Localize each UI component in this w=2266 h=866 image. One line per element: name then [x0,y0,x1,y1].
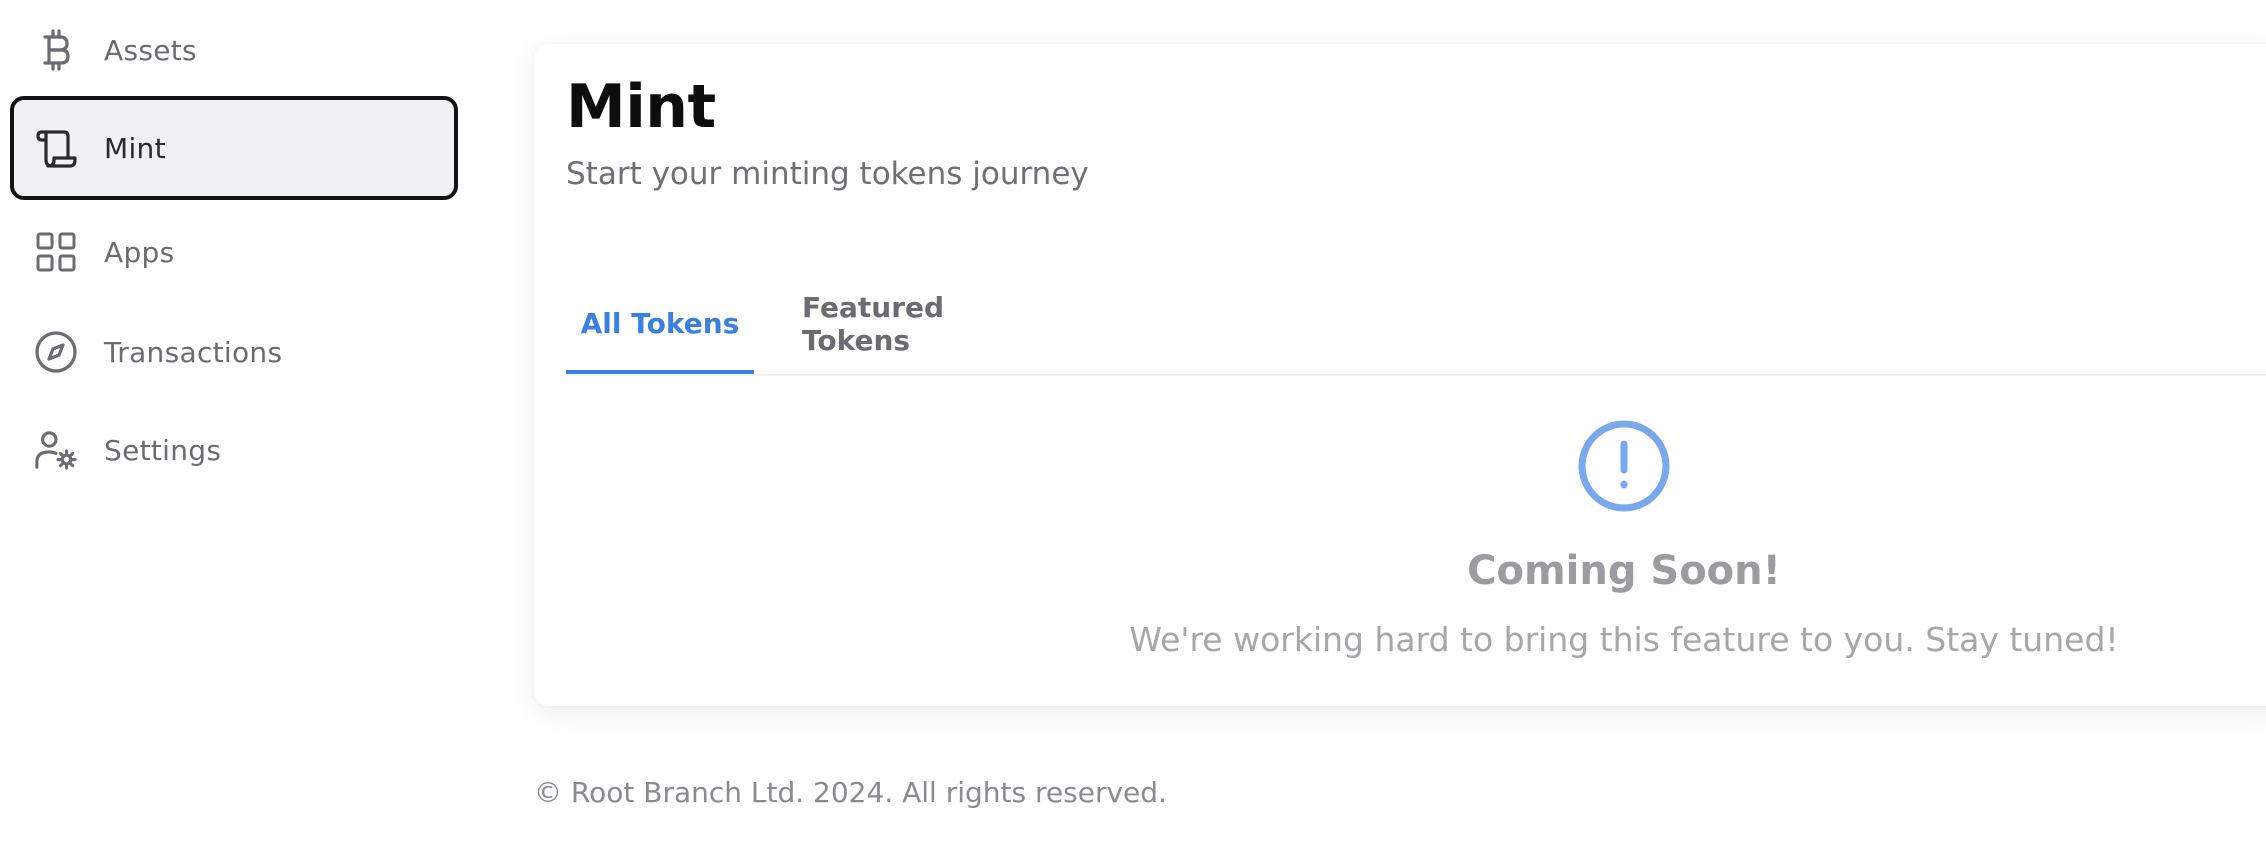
apps-grid-icon [34,230,78,274]
empty-state-title: Coming Soon! [1467,548,1781,594]
sidebar-item-label: Transactions [104,335,283,369]
page-title: Mint [566,72,716,142]
main-card: Mint Start your minting tokens journey A… [534,44,2266,706]
sidebar-item-assets[interactable]: Assets [10,0,458,100]
sidebar-item-label: Mint [104,131,166,165]
compass-icon [34,330,78,374]
footer-copyright: © Root Branch Ltd. 2024. All rights rese… [534,776,1167,809]
sidebar-item-mint[interactable]: Mint [10,96,458,200]
sidebar-item-settings[interactable]: Settings [10,398,458,502]
sidebar-item-label: Assets [104,33,197,67]
sidebar-item-label: Apps [104,235,175,269]
page-subtitle: Start your minting tokens journey [566,156,1089,192]
bitcoin-icon [34,28,78,72]
sidebar: Assets Mint Apps Transactions Settings [0,0,480,866]
tab-all-tokens[interactable]: All Tokens [566,266,754,374]
sidebar-item-apps[interactable]: Apps [10,200,458,304]
tab-bar: All Tokens Featured Tokens [566,266,2266,376]
sidebar-item-label: Settings [104,433,222,467]
user-settings-icon [34,428,78,472]
scroll-icon [34,126,78,170]
tab-featured-tokens[interactable]: Featured Tokens [802,266,1042,372]
sidebar-item-transactions[interactable]: Transactions [10,300,458,404]
empty-state-message: We're working hard to bring this feature… [1129,620,2119,659]
alert-circle-icon [1576,418,1672,514]
